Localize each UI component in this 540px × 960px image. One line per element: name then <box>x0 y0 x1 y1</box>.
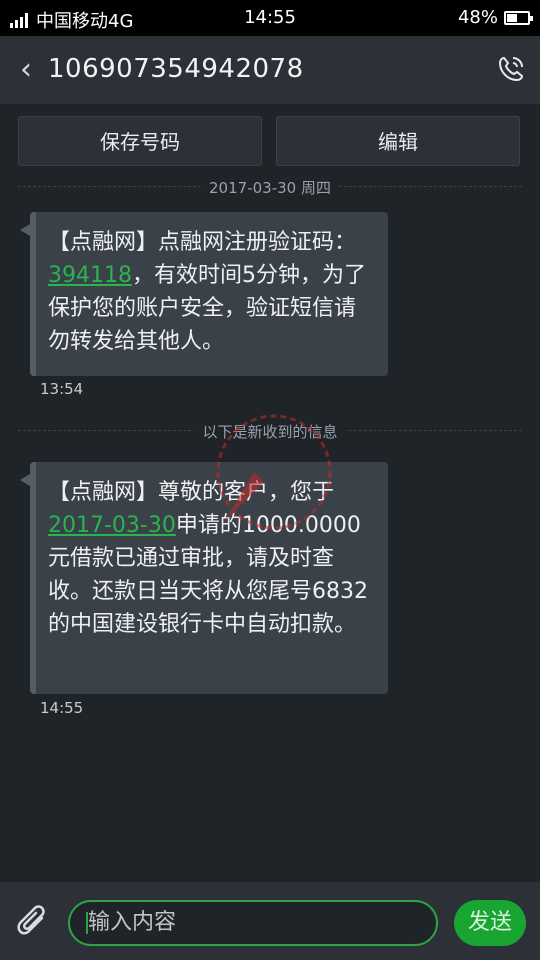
watermark-stamp <box>216 414 332 530</box>
phone-call-icon <box>498 56 524 82</box>
date-link[interactable]: 2017-03-30 <box>48 513 176 538</box>
paperclip-icon <box>17 905 45 935</box>
message-input[interactable]: 输入内容 <box>68 900 438 946</box>
message-input-placeholder: 输入内容 <box>88 910 177 935</box>
message-time: 14:55 <box>40 699 84 717</box>
chevron-left-icon: ‹ <box>20 52 32 87</box>
date-divider: 2017-03-30 周四 <box>18 179 522 208</box>
send-button[interactable]: 发送 <box>454 900 526 946</box>
message-time: 13:54 <box>40 380 84 398</box>
call-button[interactable] <box>496 54 526 84</box>
message-text: 【点融网】点融网注册验证码： <box>48 230 357 255</box>
edit-button[interactable]: 编辑 <box>276 116 520 166</box>
bubble-tail <box>20 474 30 486</box>
status-bar: 中国移动4G 14:55 48% <box>0 0 540 36</box>
bubble-tail <box>20 224 30 236</box>
verification-code-link[interactable]: 394118 <box>48 263 132 288</box>
status-right: 48% <box>457 7 533 28</box>
back-button[interactable]: ‹ <box>12 52 40 88</box>
save-number-button[interactable]: 保存号码 <box>18 116 262 166</box>
message-bubble[interactable]: 【点融网】点融网注册验证码：394118，有效时间5分钟，为了保护您的账户安全，… <box>30 212 388 376</box>
contact-number: 106907354942078 <box>48 54 304 84</box>
conversation-header: ‹ 106907354942078 <box>0 36 540 104</box>
composer-bar: 输入内容 发送 <box>0 882 540 960</box>
date-divider-label: 2017-03-30 周四 <box>201 179 339 197</box>
attach-button[interactable] <box>14 902 52 942</box>
text-caret <box>86 912 88 934</box>
battery-percent: 48% <box>457 7 498 28</box>
battery-level <box>507 13 517 22</box>
battery-icon <box>504 10 533 25</box>
